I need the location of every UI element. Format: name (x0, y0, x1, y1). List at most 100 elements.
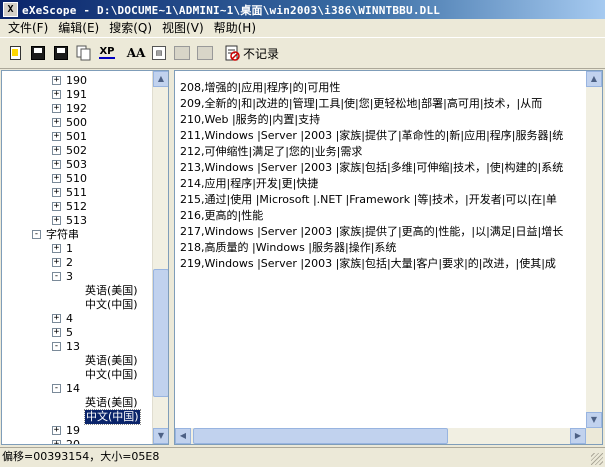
tree-item[interactable]: +502 (2, 144, 152, 158)
tree-item[interactable]: +191 (2, 88, 152, 102)
no-log-icon (225, 45, 240, 61)
resize-grip-icon[interactable] (591, 453, 603, 465)
tree-item[interactable]: -14 (2, 382, 152, 396)
tree-item[interactable]: +20 (2, 438, 152, 444)
menu-edit[interactable]: 编辑(E) (54, 19, 105, 37)
string-entry[interactable]: 208,增强的|应用|程序|的|可用性 (180, 80, 585, 96)
tree-item[interactable]: +5 (2, 326, 152, 340)
string-entry[interactable]: 217,Windows |Server |2003 |家族|提供了|更高的|性能… (180, 224, 585, 240)
scroll-up-icon[interactable]: ▲ (586, 71, 602, 87)
import-button[interactable] (194, 42, 216, 64)
collapse-icon[interactable]: - (52, 272, 61, 281)
tree-vertical-scrollbar[interactable]: ▲ ▼ (152, 71, 168, 444)
expand-icon[interactable]: + (52, 146, 61, 155)
collapse-icon[interactable]: - (52, 342, 61, 351)
tree-item[interactable]: 英语(美国) (2, 354, 152, 368)
string-entry[interactable]: 218,高质量的 |Windows |服务器|操作|系统 (180, 240, 585, 256)
tree-item[interactable]: +501 (2, 130, 152, 144)
expand-icon[interactable]: + (52, 258, 61, 267)
tree-item-label: 字符串 (46, 228, 79, 241)
string-entry[interactable]: 219,Windows |Server |2003 |家族|包括|大量|客户|要… (180, 256, 585, 272)
menu-file[interactable]: 文件(F) (4, 19, 54, 37)
expand-icon[interactable]: + (52, 216, 61, 225)
expand-icon[interactable]: + (52, 202, 61, 211)
copy-button[interactable] (73, 42, 95, 64)
menu-search[interactable]: 搜索(Q) (105, 19, 158, 37)
tree-item[interactable]: +503 (2, 158, 152, 172)
tree-item[interactable]: +511 (2, 186, 152, 200)
expand-icon[interactable]: + (52, 188, 61, 197)
expand-icon[interactable]: + (52, 440, 61, 444)
scroll-left-icon[interactable]: ◀ (175, 428, 191, 444)
tree-item[interactable]: -3 (2, 270, 152, 284)
tree-item-label: 192 (66, 102, 87, 115)
scroll-down-icon[interactable]: ▼ (586, 412, 602, 428)
resource-content[interactable]: 208,增强的|应用|程序|的|可用性 209,全新的|和|改进的|管理|工具|使… (174, 70, 603, 445)
tree-item[interactable]: +19 (2, 424, 152, 438)
tree-item-label: 510 (66, 172, 87, 185)
content-hscroll-thumb[interactable] (193, 428, 448, 444)
string-entry[interactable]: 216,更高的|性能 (180, 208, 585, 224)
expand-icon[interactable]: + (52, 174, 61, 183)
tree-item[interactable]: - 字符串 (2, 228, 152, 242)
scroll-down-icon[interactable]: ▼ (153, 428, 168, 444)
tree-item[interactable]: 英语(美国) (2, 396, 152, 410)
content-vertical-scrollbar[interactable]: ▲ ▼ (586, 71, 602, 428)
export-icon (174, 46, 190, 60)
no-log-button[interactable]: 不记录 (221, 42, 282, 64)
content-horizontal-scrollbar[interactable]: ◀ ▶ (175, 428, 586, 444)
tree-item-label: 中文(中国) (85, 368, 138, 381)
tree-item-label: 502 (66, 144, 87, 157)
xp-button[interactable]: XP (96, 42, 118, 64)
save-all-button[interactable] (50, 42, 72, 64)
tree-item[interactable]: +4 (2, 312, 152, 326)
tree-item-label: 13 (66, 340, 80, 353)
expand-icon[interactable]: + (52, 244, 61, 253)
tree-item[interactable]: +500 (2, 116, 152, 130)
collapse-icon[interactable]: - (32, 230, 41, 239)
expand-icon[interactable]: + (52, 314, 61, 323)
resource-button[interactable]: ▤ (148, 42, 170, 64)
expand-icon[interactable]: + (52, 104, 61, 113)
string-entry[interactable]: 212,可伸缩性|满足了|您的|业务|需求 (180, 144, 585, 160)
tree-item[interactable]: +190 (2, 74, 152, 88)
tree-item-label: 501 (66, 130, 87, 143)
tree-item[interactable]: +2 (2, 256, 152, 270)
string-entry[interactable]: 215,通过|使用 |Microsoft |.NET |Framework |等… (180, 192, 585, 208)
tree-item[interactable]: 中文(中国) (2, 298, 152, 312)
export-button[interactable] (171, 42, 193, 64)
expand-icon[interactable]: + (52, 90, 61, 99)
tree-scroll-thumb[interactable] (153, 269, 168, 397)
save-icon (31, 46, 45, 60)
resource-tree[interactable]: +190 +191 +192 +500 +501 +502 +503 +510 +511 +512… (1, 70, 169, 445)
scroll-right-icon[interactable]: ▶ (570, 428, 586, 444)
expand-icon[interactable]: + (52, 76, 61, 85)
tree-item-label: 513 (66, 214, 87, 227)
expand-icon[interactable]: + (52, 118, 61, 127)
menu-help[interactable]: 帮助(H) (210, 19, 262, 37)
font-button[interactable]: AA (125, 42, 147, 64)
tree-item[interactable]: 中文(中国) (2, 368, 152, 382)
tree-item[interactable]: +512 (2, 200, 152, 214)
scroll-up-icon[interactable]: ▲ (153, 71, 168, 87)
string-entry[interactable]: 210,Web |服务的|内置|支持 (180, 112, 585, 128)
tree-item[interactable]: -13 (2, 340, 152, 354)
string-entry[interactable]: 211,Windows |Server |2003 |家族|提供了|革命性的|新… (180, 128, 585, 144)
string-entry[interactable]: 209,全新的|和|改进的|管理|工具|使|您|更轻松地|部署|高可用|技术，|… (180, 96, 585, 112)
string-entry[interactable]: 213,Windows |Server |2003 |家族|包括|多维|可伸缩|… (180, 160, 585, 176)
collapse-icon[interactable]: - (52, 384, 61, 393)
tree-item[interactable]: +510 (2, 172, 152, 186)
open-button[interactable] (4, 42, 26, 64)
menu-view[interactable]: 视图(V) (158, 19, 210, 37)
tree-item[interactable]: +1 (2, 242, 152, 256)
expand-icon[interactable]: + (52, 328, 61, 337)
expand-icon[interactable]: + (52, 426, 61, 435)
string-entry[interactable]: 214,应用|程序|开发|更|快捷 (180, 176, 585, 192)
expand-icon[interactable]: + (52, 160, 61, 169)
tree-item[interactable]: +192 (2, 102, 152, 116)
expand-icon[interactable]: + (52, 132, 61, 141)
save-button[interactable] (27, 42, 49, 64)
tree-item[interactable]: 中文(中国) (2, 409, 152, 425)
tree-item[interactable]: 英语(美国) (2, 284, 152, 298)
tree-item[interactable]: +513 (2, 214, 152, 228)
